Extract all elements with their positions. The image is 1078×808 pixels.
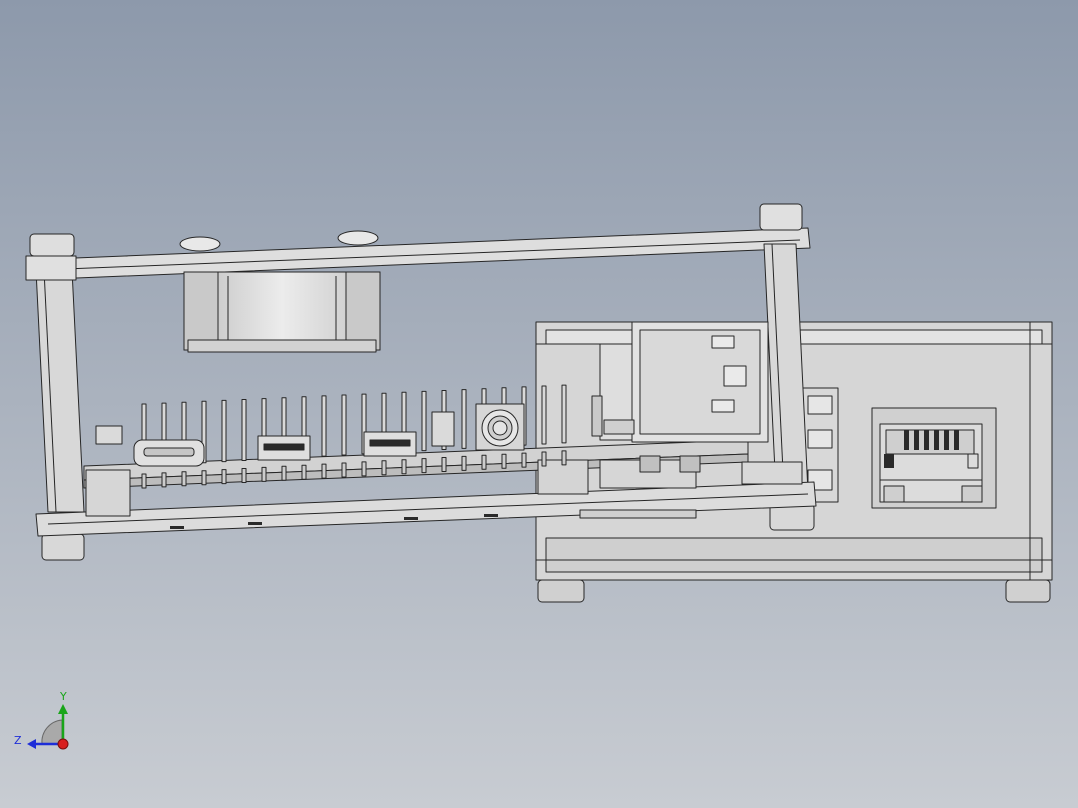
header-pin-lower xyxy=(461,455,467,471)
header-pin-lower xyxy=(261,466,267,482)
hdmi-port-2 xyxy=(363,431,417,457)
header-pin xyxy=(321,395,327,457)
cad-graphics-viewport[interactable]: Y Z xyxy=(0,0,1078,808)
header-pin-lower xyxy=(541,451,547,467)
board-component xyxy=(431,411,455,447)
header-pin-lower xyxy=(161,472,167,488)
hdmi-port-1 xyxy=(257,435,311,461)
header-pin xyxy=(461,389,467,449)
header-pin-lower xyxy=(381,460,387,476)
header-pin-lower xyxy=(201,470,207,486)
screw-head xyxy=(337,230,379,246)
header-pin-lower xyxy=(501,453,507,469)
x-axis-dot xyxy=(57,738,69,750)
header-pin-lower xyxy=(521,452,527,468)
header-pin xyxy=(241,399,247,461)
header-pin xyxy=(221,399,227,463)
header-pin-lower xyxy=(421,458,427,474)
header-pin-lower xyxy=(301,464,307,480)
header-pin-lower xyxy=(361,461,367,477)
header-pin xyxy=(421,390,427,452)
header-pin-lower xyxy=(561,450,567,466)
audio-jack xyxy=(475,403,525,451)
header-pin-lower xyxy=(481,454,487,470)
screw-head xyxy=(179,236,221,252)
header-pin-lower xyxy=(141,473,147,489)
cooling-fan[interactable] xyxy=(183,271,381,353)
model-view-canvas[interactable]: Y Z xyxy=(0,0,1078,808)
header-pin-lower xyxy=(341,462,347,478)
board-component xyxy=(95,425,123,445)
z-axis-label: Z xyxy=(14,734,22,747)
header-pin-lower xyxy=(221,469,227,485)
header-pin-lower xyxy=(441,457,447,472)
usb-c-port xyxy=(133,439,205,467)
header-pin-lower xyxy=(241,468,247,483)
ethernet-port xyxy=(871,407,997,509)
header-pin-lower xyxy=(281,465,287,481)
header-pin-lower xyxy=(401,459,407,475)
header-pin xyxy=(341,394,347,456)
header-pin-lower xyxy=(181,471,187,487)
header-pin-lower xyxy=(321,463,327,479)
header-pin xyxy=(541,385,547,445)
y-axis-label: Y xyxy=(59,690,67,703)
header-pin xyxy=(561,384,567,444)
